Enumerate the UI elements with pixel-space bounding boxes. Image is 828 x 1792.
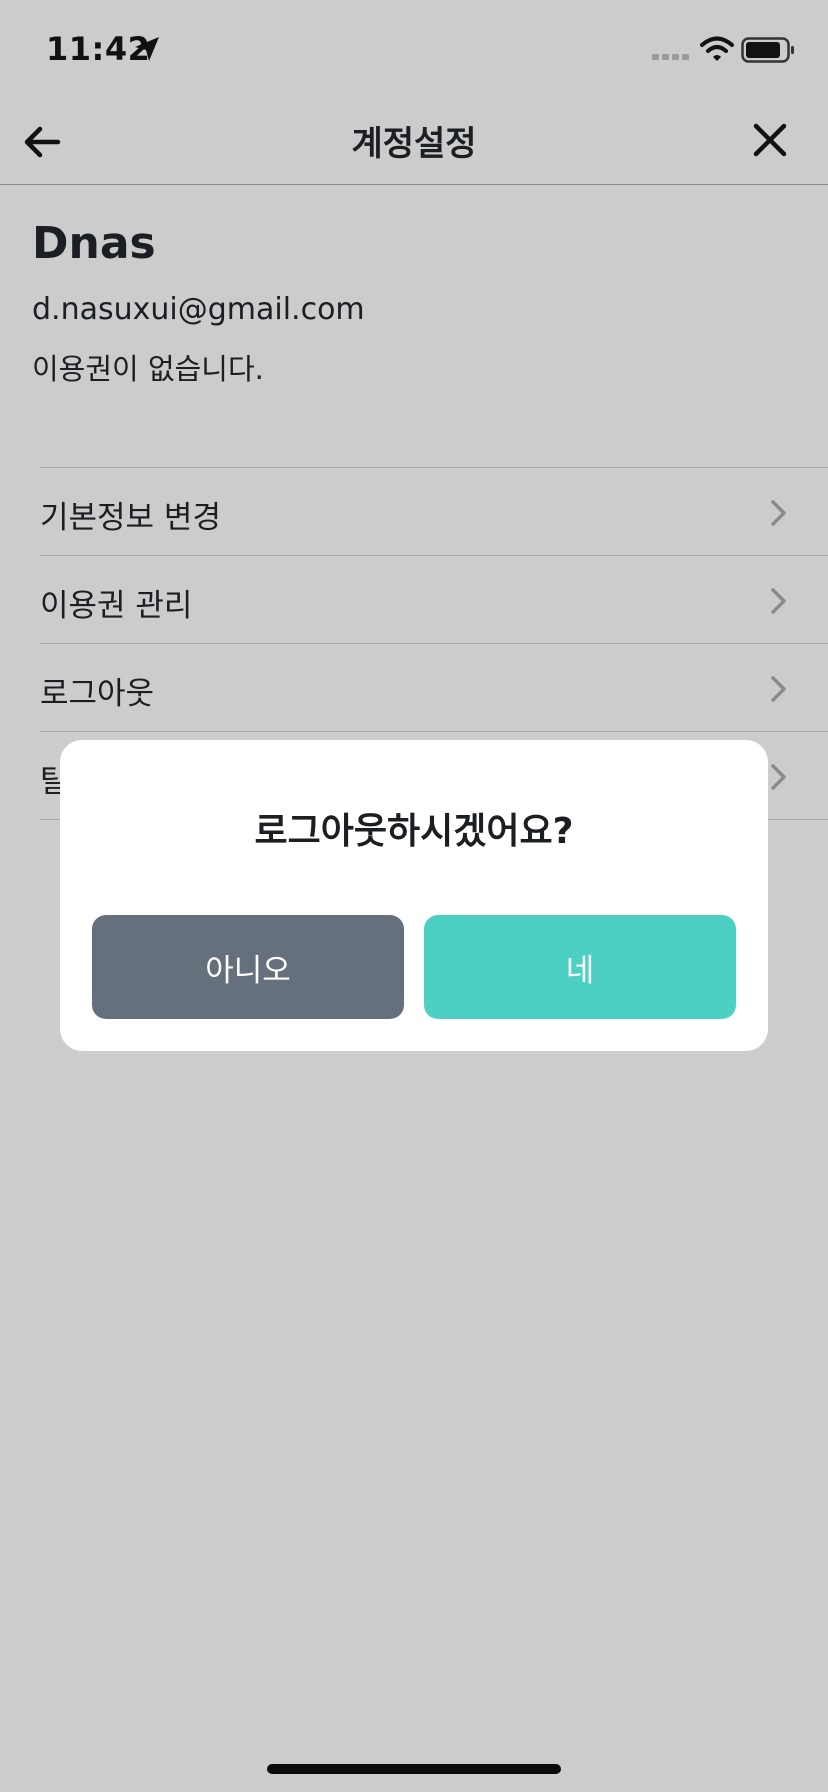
cellular-signal-icon xyxy=(652,54,689,60)
close-icon[interactable] xyxy=(746,116,794,164)
subscription-status: 이용권이 없습니다. xyxy=(32,352,264,386)
wifi-icon xyxy=(700,36,734,61)
location-arrow-icon xyxy=(135,37,159,61)
menu-item-logout[interactable]: 로그아웃 xyxy=(40,643,828,731)
menu-item-label: 기본정보 변경 xyxy=(40,500,221,536)
header: 계정설정 xyxy=(0,96,828,185)
menu-item-label: 로그아웃 xyxy=(40,676,155,712)
menu-item-edit-profile[interactable]: 기본정보 변경 xyxy=(40,467,828,555)
menu-item-subscription[interactable]: 이용권 관리 xyxy=(40,555,828,643)
chevron-right-icon xyxy=(771,588,786,614)
page-title: 계정설정 xyxy=(351,124,477,164)
home-indicator[interactable] xyxy=(267,1764,561,1774)
status-bar: 11:42 xyxy=(0,0,828,96)
no-button[interactable]: 아니오 xyxy=(92,915,404,1019)
chevron-right-icon xyxy=(771,500,786,526)
profile-name: Dnas xyxy=(32,218,156,269)
yes-button[interactable]: 네 xyxy=(424,915,736,1019)
chevron-right-icon xyxy=(771,676,786,702)
logout-confirm-dialog: 로그아웃하시겠어요? 아니오 네 xyxy=(60,740,768,1051)
battery-icon xyxy=(741,37,794,63)
dialog-message: 로그아웃하시겠어요? xyxy=(254,811,574,852)
profile-email: d.nasuxui@gmail.com xyxy=(32,292,365,327)
menu-item-label: 이용권 관리 xyxy=(40,588,193,624)
chevron-right-icon xyxy=(771,764,786,790)
